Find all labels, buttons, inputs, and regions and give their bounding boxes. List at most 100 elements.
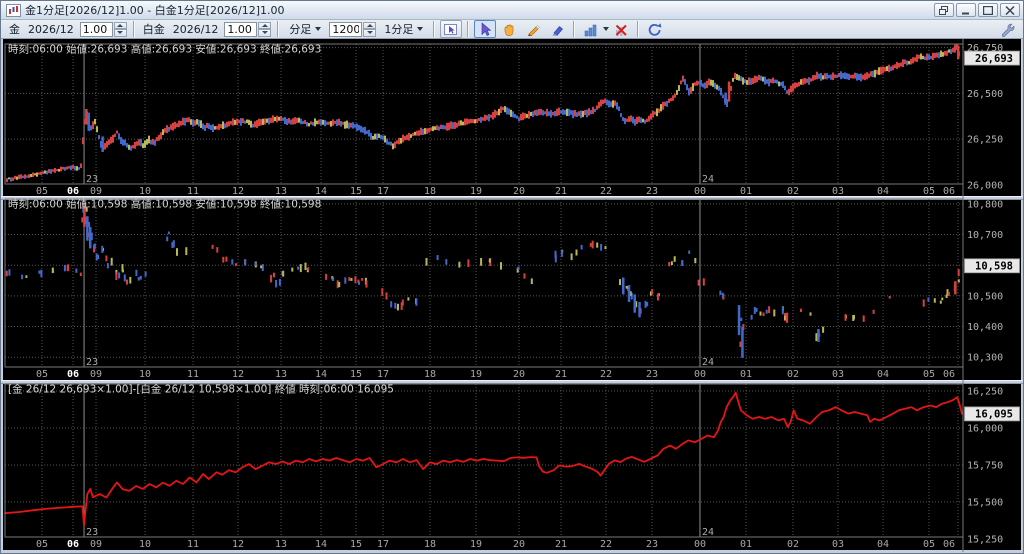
- x-axis-label: 17: [377, 186, 389, 197]
- x-axis-label: 23: [646, 369, 658, 380]
- region-select-tool-icon: [443, 22, 459, 37]
- x-axis-label: 19: [470, 369, 482, 380]
- cursor-tool-button[interactable]: [474, 20, 496, 38]
- toolbar-separator: [467, 21, 469, 37]
- x-axis-label: 22: [600, 186, 612, 197]
- chevron-down-icon[interactable]: [603, 27, 609, 31]
- x-axis-label: 13: [275, 186, 287, 197]
- toolbar-separator: [573, 21, 575, 37]
- x-axis-label: 09: [90, 369, 102, 380]
- x-axis-label: 11: [187, 369, 199, 380]
- x-axis-label: 20: [513, 539, 525, 550]
- toolbar-separator: [637, 21, 639, 37]
- x-axis-label: 00: [694, 369, 706, 380]
- y-axis-label: 26,250: [967, 135, 1003, 146]
- toolbar-separator: [277, 21, 279, 37]
- window-title: 金1分足[2026/12]1.00 - 白金1分足[2026/12]1.00: [25, 2, 934, 18]
- pencil-tool-icon: [525, 22, 541, 37]
- x-axis-label: 22: [600, 369, 612, 380]
- x-axis-label: 04: [877, 539, 889, 550]
- y-axis-label: 26,000: [967, 180, 1003, 191]
- platinum-multiplier-spinbox: [224, 22, 271, 37]
- toolbar-separator: [133, 21, 135, 37]
- bar-count-input[interactable]: [329, 22, 362, 37]
- platinum-label: 白金: [143, 21, 165, 37]
- x-axis-label: 03: [832, 539, 844, 550]
- gold-contract-label: 2026/12: [28, 23, 74, 36]
- chart-type-tool-button[interactable]: [580, 20, 602, 38]
- x-axis-label: 06: [943, 369, 955, 380]
- y-axis-label: 10,300: [967, 353, 1003, 364]
- close-button[interactable]: [1000, 3, 1020, 17]
- y-axis-label: 26,500: [967, 89, 1003, 100]
- spread-panel-price-badge-label: 16,095: [975, 409, 1013, 421]
- x-axis-label: 02: [787, 539, 799, 550]
- minimize-button[interactable]: [956, 3, 976, 17]
- pencil-tool-button[interactable]: [522, 20, 544, 38]
- maximize-button[interactable]: [978, 3, 998, 17]
- x-axis-label: 13: [275, 369, 287, 380]
- gold-multiplier-down-button[interactable]: [114, 29, 127, 37]
- x-axis-label: 19: [470, 539, 482, 550]
- x-axis-label: 05: [923, 539, 935, 550]
- gold-1min-panel: 時刻:06:00 始値:26,693 高値:26,693 安値:26,693 終…: [5, 43, 1020, 198]
- y-axis-label: 10,700: [967, 230, 1003, 241]
- x-axis-label: 05: [36, 186, 48, 197]
- clear-chart-tool-icon: [613, 22, 629, 37]
- y-axis-label: 16,250: [967, 386, 1003, 397]
- titlebar[interactable]: 金1分足[2026/12]1.00 - 白金1分足[2026/12]1.00: [1, 1, 1023, 20]
- y-axis-label: 15,750: [967, 460, 1003, 471]
- x-axis-label: 09: [90, 186, 102, 197]
- bar-count-up-button[interactable]: [363, 22, 376, 30]
- x-axis-label: 01: [740, 186, 752, 197]
- x-axis-label: 20: [513, 369, 525, 380]
- copy-window-button[interactable]: [934, 3, 954, 17]
- trading-app-window: 金1分足[2026/12]1.00 - 白金1分足[2026/12]1.00 金…: [0, 0, 1024, 554]
- x-axis-label: 00: [694, 186, 706, 197]
- marker-tool-button[interactable]: [546, 20, 568, 38]
- x-axis-label: 12: [232, 539, 244, 550]
- refresh-button[interactable]: [644, 20, 666, 38]
- x-axis-label: 21: [555, 186, 567, 197]
- x-axis-label: 06: [67, 186, 79, 197]
- x-axis-label: 14: [315, 369, 327, 380]
- hand-tool-icon: [501, 22, 517, 37]
- x-axis-label: 21: [555, 539, 567, 550]
- gold-label: 金: [9, 21, 20, 37]
- hand-tool-button[interactable]: [498, 20, 520, 38]
- platinum-multiplier-up-button[interactable]: [258, 22, 271, 30]
- refresh-icon: [647, 22, 663, 37]
- marker-tool-icon: [549, 22, 565, 37]
- gold-1min-panel-plot[interactable]: [5, 44, 963, 184]
- settings-button[interactable]: [996, 20, 1018, 38]
- gold-multiplier-input[interactable]: [80, 22, 113, 37]
- charts-svg[interactable]: 時刻:06:00 始値:26,693 高値:26,693 安値:26,693 終…: [1, 39, 1023, 552]
- interval-dropdown[interactable]: 1分足: [379, 19, 428, 39]
- platinum-1min-panel: 時刻:06:00 始値:10,598 高値:10,598 安値:10,598 終…: [5, 198, 1020, 381]
- spread-panel: [金 26/12 26,693×1.00]-[白金 26/12 10,598×1…: [5, 383, 1020, 551]
- platinum-1min-panel-price-badge-label: 10,598: [975, 261, 1013, 273]
- gold-multiplier-up-button[interactable]: [114, 22, 127, 30]
- region-select-tool-button[interactable]: [440, 20, 462, 38]
- period-type-dropdown[interactable]: 分足: [284, 19, 326, 39]
- spread-panel-plot[interactable]: [5, 384, 963, 537]
- bar-count-spinbox: [329, 22, 376, 37]
- x-axis-label: 11: [187, 539, 199, 550]
- x-axis-label: 01: [740, 369, 752, 380]
- x-axis-label: 02: [787, 186, 799, 197]
- x-axis-label: 12: [232, 186, 244, 197]
- x-axis-label: 23: [646, 186, 658, 197]
- platinum-1min-panel-plot[interactable]: [5, 199, 963, 367]
- x-axis-label: 20: [513, 186, 525, 197]
- x-axis-label: 02: [787, 369, 799, 380]
- x-axis-label: 03: [832, 369, 844, 380]
- platinum-multiplier-down-button[interactable]: [258, 29, 271, 37]
- x-axis-label: 01: [740, 539, 752, 550]
- y-axis-label: 10,500: [967, 291, 1003, 302]
- copy-window-icon: [939, 6, 949, 15]
- chevron-down-icon: [417, 27, 423, 31]
- bar-count-down-button[interactable]: [363, 29, 376, 37]
- clear-chart-tool-button[interactable]: [610, 20, 632, 38]
- platinum-multiplier-input[interactable]: [224, 22, 257, 37]
- x-axis-label: 05: [36, 539, 48, 550]
